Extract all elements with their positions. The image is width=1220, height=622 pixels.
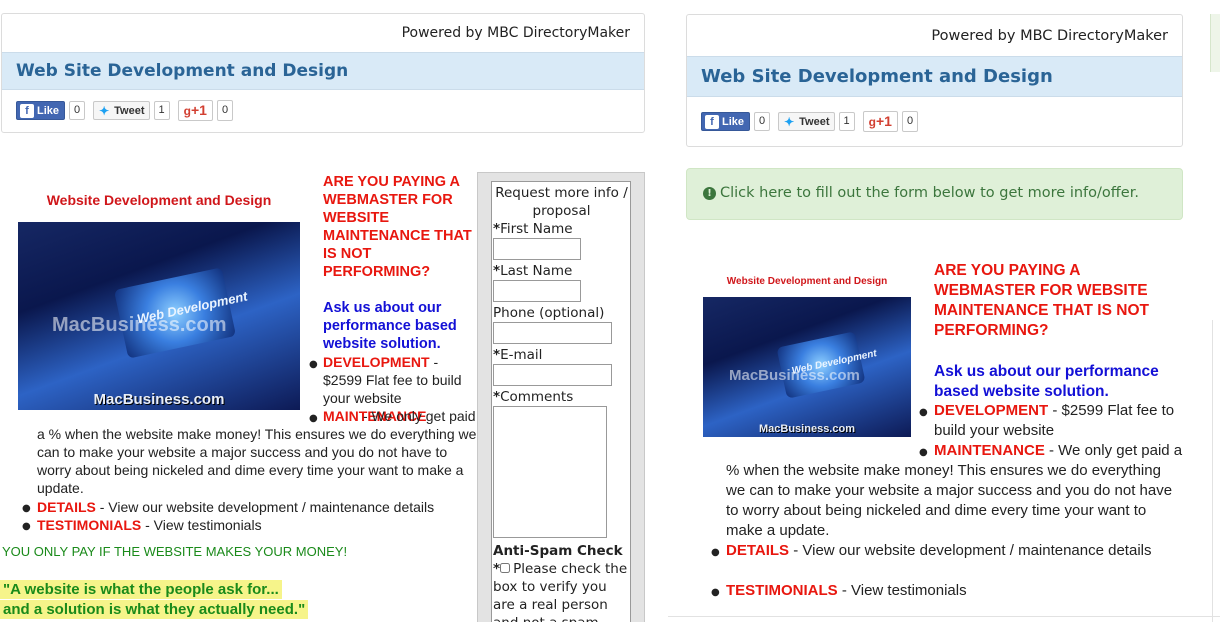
subhead: Ask us about our performance based websi…	[934, 363, 1159, 400]
like-count: 0	[69, 101, 86, 120]
email-input[interactable]	[493, 364, 612, 386]
list-item: TESTIMONIALS - View testimonials	[726, 582, 967, 599]
tweet-count: 1	[838, 112, 855, 131]
gplus-count: 0	[216, 100, 234, 121]
title-bar: Web Site Development and Design	[687, 56, 1182, 97]
gplus-count: 0	[901, 111, 919, 132]
list-item: DEVELOPMENT - $2599 Flat fee to build yo…	[934, 402, 1175, 439]
promo-image: Website Development and Design Web Devel…	[18, 180, 300, 410]
facebook-icon: f	[20, 103, 34, 118]
powered-by-text: Powered by MBC DirectoryMaker	[931, 28, 1168, 44]
social-buttons: f Like 0 ✦ Tweet 1 g+1 0	[16, 100, 237, 121]
title-bar: Web Site Development and Design	[2, 52, 644, 90]
antispam-checkbox[interactable]	[500, 563, 511, 573]
facebook-like-button[interactable]: f Like	[16, 101, 66, 120]
testimonials-link[interactable]: TESTIMONIALS	[37, 517, 141, 533]
maintenance-text: - We only get paid a % when the website …	[37, 408, 477, 496]
promo-image: Website Development and Design Web Devel…	[703, 267, 911, 437]
request-form-panel: Request more info / proposal *First Name…	[477, 172, 645, 622]
details-link[interactable]: DETAILS	[37, 499, 96, 515]
promo-watermark: MacBusiness.com	[52, 314, 227, 336]
comments-textarea[interactable]	[493, 406, 607, 538]
email-label: *E-mail	[493, 347, 543, 363]
tweet-button[interactable]: ✦ Tweet	[778, 112, 835, 131]
last-name-label: *Last Name	[493, 263, 573, 279]
more-info-alert[interactable]: ! Click here to fill out the form below t…	[686, 168, 1183, 220]
subhead: Ask us about our performance based websi…	[323, 300, 457, 352]
guarantee-text: YOU ONLY PAY IF THE WEBSITE MAKES YOUR M…	[2, 544, 348, 559]
first-name-input[interactable]	[493, 238, 581, 260]
list-item: DETAILS - View our website development /…	[726, 542, 1152, 559]
right-listing-header: Powered by MBC DirectoryMaker Web Site D…	[686, 14, 1183, 147]
details-link[interactable]: DETAILS	[726, 542, 789, 559]
google-plus-button[interactable]: g+1	[862, 111, 898, 132]
twitter-icon: ✦	[99, 103, 110, 118]
page-title: Web Site Development and Design	[701, 66, 1053, 87]
info-circle-icon: !	[703, 187, 716, 200]
bullet-icon: ●	[711, 587, 720, 598]
quote-line-2: and a solution is what they actually nee…	[0, 600, 309, 619]
list-item: TESTIMONIALS - View testimonials	[37, 517, 262, 533]
bullet-icon: ●	[711, 547, 720, 558]
testimonials-link[interactable]: TESTIMONIALS	[726, 582, 838, 599]
quote-line-1: "A website is what the people ask for...	[0, 580, 282, 599]
adjacent-panel-edge	[1210, 14, 1220, 72]
phone-input[interactable]	[493, 322, 612, 344]
antispam-title: Anti-Spam Check	[493, 543, 623, 559]
adjacent-panel-edge	[1212, 320, 1220, 622]
maintenance-text: MAINTENANCE - We only get paid a % when …	[726, 442, 1183, 539]
request-form: Request more info / proposal *First Name…	[491, 181, 631, 622]
antispam-text: * Please check the box to verify you are …	[493, 561, 628, 622]
headline: ARE YOU PAYING A WEBMASTER FOR WEBSITE M…	[323, 174, 472, 280]
list-item: DETAILS - View our website development /…	[37, 499, 435, 515]
facebook-like-button[interactable]: f Like	[701, 112, 751, 131]
bullet-icon: ●	[22, 503, 31, 514]
promo-watermark: MacBusiness.com	[729, 367, 860, 384]
last-name-input[interactable]	[493, 280, 581, 302]
bullet-icon: ●	[22, 521, 31, 532]
promo-image-banner: Website Development and Design	[18, 180, 300, 222]
first-name-label: *First Name	[493, 221, 573, 237]
comments-label: *Comments	[493, 389, 574, 405]
google-plus-button[interactable]: g+1	[177, 100, 213, 121]
headline: ARE YOU PAYING A WEBMASTER FOR WEBSITE M…	[934, 262, 1149, 339]
divider	[668, 616, 1220, 617]
promo-image-banner: Website Development and Design	[703, 267, 911, 297]
bullet-icon: ●	[309, 359, 318, 370]
promo-image-footer: MacBusiness.com	[759, 423, 855, 435]
twitter-icon: ✦	[784, 114, 795, 129]
form-title: Request more info / proposal	[495, 185, 628, 219]
tweet-count: 1	[153, 101, 170, 120]
social-buttons: f Like 0 ✦ Tweet 1 g+1 0	[701, 111, 922, 132]
facebook-icon: f	[705, 114, 719, 129]
powered-by-text: Powered by MBC DirectoryMaker	[401, 25, 630, 41]
promo-image-footer: MacBusiness.com	[93, 391, 225, 408]
bullet-icon: ●	[919, 407, 928, 418]
left-listing-header: Powered by MBC DirectoryMaker Web Site D…	[1, 13, 645, 133]
alert-text: Click here to fill out the form below to…	[720, 185, 1139, 201]
phone-label: Phone (optional)	[493, 305, 605, 321]
like-count: 0	[754, 112, 771, 131]
page-title: Web Site Development and Design	[16, 61, 349, 81]
list-item: DEVELOPMENT - $2599 Flat fee to build yo…	[323, 354, 462, 406]
tweet-button[interactable]: ✦ Tweet	[93, 101, 150, 120]
